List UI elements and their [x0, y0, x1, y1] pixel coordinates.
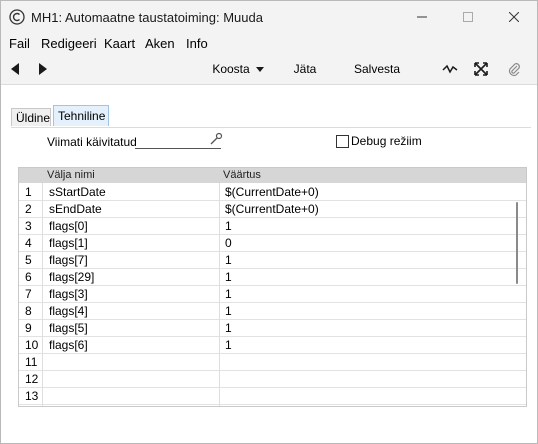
attachment-button[interactable]: [503, 54, 525, 84]
salvesta-button[interactable]: Salvesta: [351, 54, 403, 84]
title-bar: MH1: Automaatne taustatoiming: Muuda: [1, 1, 537, 33]
table-row[interactable]: 5 flags[7] 1: [19, 251, 526, 269]
field-name-cell[interactable]: flags[3]: [49, 287, 88, 301]
table-row[interactable]: 12: [19, 370, 526, 388]
expand-button[interactable]: [470, 54, 492, 84]
paperclip-icon: [508, 63, 520, 77]
table-row[interactable]: 11: [19, 353, 526, 371]
menu-info[interactable]: Info: [186, 36, 208, 51]
field-name-cell[interactable]: sEndDate: [49, 202, 102, 216]
koosta-button[interactable]: Koosta: [209, 54, 267, 84]
row-number: 12: [25, 372, 39, 386]
row-number: 7: [25, 287, 32, 301]
koosta-label: Koosta: [212, 62, 250, 76]
field-name-cell[interactable]: flags[6]: [49, 338, 88, 352]
field-value-cell[interactable]: $(CurrentDate+0): [225, 202, 319, 216]
debug-label: Debug režiim: [351, 134, 422, 148]
close-button[interactable]: [491, 1, 537, 33]
field-value-cell[interactable]: 1: [225, 253, 232, 267]
field-name-cell[interactable]: flags[4]: [49, 304, 88, 318]
paste-icon[interactable]: [209, 132, 223, 146]
menu-redigeeri[interactable]: Redigeeri: [41, 36, 97, 51]
field-value-cell[interactable]: 1: [225, 219, 232, 233]
maximize-button[interactable]: [445, 1, 491, 33]
column-header-name: Välja nimi: [47, 169, 95, 181]
previous-record-button[interactable]: [7, 54, 25, 84]
field-name-cell[interactable]: flags[5]: [49, 321, 88, 335]
arrow-right-icon: [39, 63, 47, 75]
activity-button[interactable]: [439, 54, 461, 84]
field-value-cell[interactable]: 1: [225, 338, 232, 352]
minimize-button[interactable]: [399, 1, 445, 33]
field-name-cell[interactable]: sStartDate: [49, 185, 106, 199]
row-number: 5: [25, 253, 32, 267]
field-value-cell[interactable]: $(CurrentDate+0): [225, 185, 319, 199]
row-number: 6: [25, 270, 32, 284]
arrow-left-icon: [11, 63, 19, 75]
table-row[interactable]: 13: [19, 387, 526, 405]
window-title: MH1: Automaatne taustatoiming: Muuda: [31, 10, 263, 25]
field-value-cell[interactable]: 1: [225, 270, 232, 284]
row-number: 1: [25, 185, 32, 199]
row-number: 4: [25, 236, 32, 250]
activity-graph-icon: [442, 64, 458, 74]
row-number: 13: [25, 389, 39, 403]
grid-divider: [219, 183, 220, 406]
row-number: 2: [25, 202, 32, 216]
table-row[interactable]: 6 flags[29] 1: [19, 268, 526, 286]
expand-icon: [474, 62, 488, 76]
table-row[interactable]: 3 flags[0] 1: [19, 217, 526, 235]
debug-checkbox[interactable]: [336, 135, 349, 148]
field-value-cell[interactable]: 1: [225, 304, 232, 318]
table-row[interactable]: 2 sEndDate $(CurrentDate+0): [19, 200, 526, 218]
tab-tehniline[interactable]: Tehniline: [53, 105, 109, 126]
card-content: Üldine Tehniline Viimati käivitatud Debu…: [1, 85, 537, 443]
app-icon: [9, 9, 25, 25]
scrollbar[interactable]: [516, 202, 518, 284]
window: MH1: Automaatne taustatoiming: Muuda Fai…: [0, 0, 538, 444]
row-number: 3: [25, 219, 32, 233]
table-row[interactable]: 1 sStartDate $(CurrentDate+0): [19, 183, 526, 201]
fields-grid: Välja nimi Väärtus 1 sStartDate $(CurrentD…: [18, 167, 527, 407]
field-value-cell[interactable]: 0: [225, 236, 232, 250]
field-name-cell[interactable]: flags[1]: [49, 236, 88, 250]
table-row[interactable]: 10 flags[6] 1: [19, 336, 526, 354]
column-header-value: Väärtus: [223, 169, 261, 181]
last-run-label: Viimati käivitatud: [47, 135, 137, 149]
chevron-down-icon: [255, 66, 264, 72]
row-number: 8: [25, 304, 32, 318]
grid-header: Välja nimi Väärtus: [19, 168, 526, 183]
field-name-cell[interactable]: flags[0]: [49, 219, 88, 233]
jata-button[interactable]: Jäta: [287, 54, 323, 84]
row-number: 9: [25, 321, 32, 335]
menu-aken[interactable]: Aken: [145, 36, 175, 51]
row-number: 11: [25, 355, 38, 369]
table-row[interactable]: 9 flags[5] 1: [19, 319, 526, 337]
field-name-cell[interactable]: flags[7]: [49, 253, 88, 267]
next-record-button[interactable]: [33, 54, 51, 84]
menu-kaart[interactable]: Kaart: [104, 36, 135, 51]
grid-divider: [42, 183, 43, 406]
table-row[interactable]: 7 flags[3] 1: [19, 285, 526, 303]
table-row[interactable]: 4 flags[1] 0: [19, 234, 526, 252]
table-row[interactable]: 8 flags[4] 1: [19, 302, 526, 320]
field-value-cell[interactable]: 1: [225, 287, 232, 301]
field-value-cell[interactable]: 1: [225, 321, 232, 335]
menu-fail[interactable]: Fail: [9, 36, 30, 51]
toolbar: Koosta Jäta Salvesta: [1, 54, 537, 85]
row-number: 10: [25, 338, 39, 352]
menu-bar: Fail Redigeeri Kaart Aken Info: [1, 33, 537, 53]
tab-oldine[interactable]: Üldine: [11, 108, 51, 126]
tab-divider: [11, 127, 531, 128]
field-name-cell[interactable]: flags[29]: [49, 270, 94, 284]
